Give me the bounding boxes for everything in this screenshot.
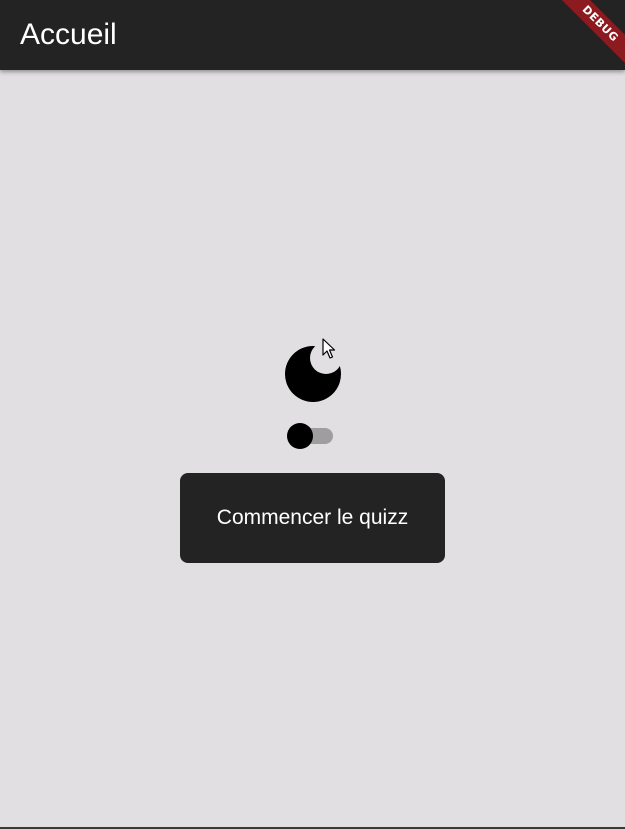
main-content: Commencer le quizz <box>0 70 625 827</box>
start-quiz-button[interactable]: Commencer le quizz <box>180 473 445 563</box>
toggle-thumb[interactable] <box>287 423 313 449</box>
app-bar: Accueil <box>0 0 625 70</box>
theme-toggle-switch[interactable] <box>287 423 335 449</box>
mouse-cursor-icon <box>322 338 336 359</box>
page-title: Accueil <box>20 18 117 51</box>
